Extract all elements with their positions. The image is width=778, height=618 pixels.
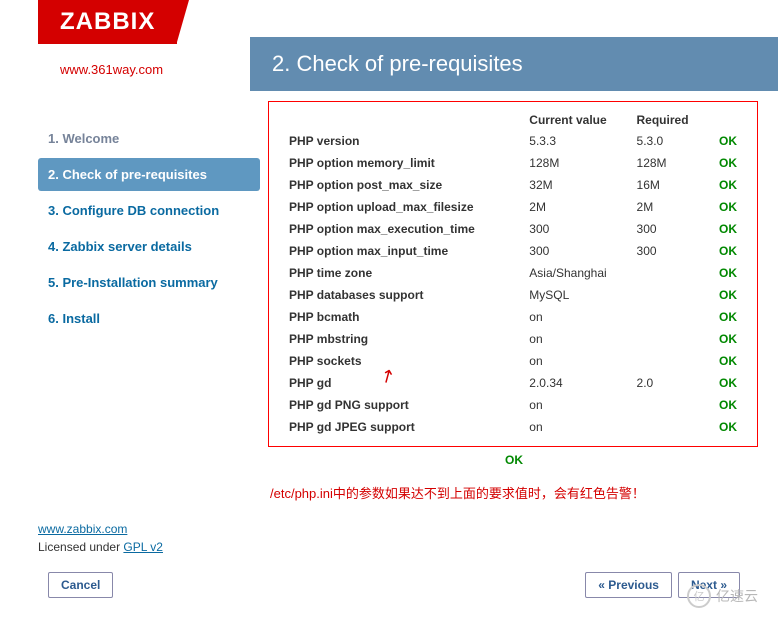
- col-current-value: Current value: [524, 110, 631, 130]
- table-row: PHP databases supportMySQL OK: [284, 284, 742, 306]
- req-required: [632, 328, 708, 350]
- yisu-text: 亿速云: [716, 586, 758, 606]
- table-row: PHP option upload_max_filesize2M2MOK: [284, 196, 742, 218]
- req-name: PHP time zone: [284, 262, 524, 284]
- step-summary-link[interactable]: 5. Pre-Installation summary: [48, 275, 218, 290]
- req-status: OK: [708, 196, 742, 218]
- req-name: PHP option max_input_time: [284, 240, 524, 262]
- step-install-link[interactable]: 6. Install: [48, 311, 100, 326]
- req-status: OK: [708, 328, 742, 350]
- req-required: [632, 284, 708, 306]
- req-required: [632, 262, 708, 284]
- license-link[interactable]: GPL v2: [123, 540, 163, 554]
- step-welcome[interactable]: 1. Welcome: [38, 122, 260, 155]
- table-row: PHP bcmathon OK: [284, 306, 742, 328]
- req-name: PHP gd JPEG support: [284, 416, 524, 438]
- requirements-box: Current value Required PHP version5.3.35…: [268, 101, 758, 447]
- req-required: 2.0: [632, 372, 708, 394]
- req-name: PHP option upload_max_filesize: [284, 196, 524, 218]
- table-row: PHP option max_input_time300300OK: [284, 240, 742, 262]
- col-required: Required: [632, 110, 708, 130]
- req-required: [632, 306, 708, 328]
- license-label: Licensed under: [38, 540, 123, 554]
- req-current: 2.0.34: [524, 372, 631, 394]
- requirements-table: Current value Required PHP version5.3.35…: [284, 110, 742, 438]
- req-current: MySQL: [524, 284, 631, 306]
- req-name: PHP gd: [284, 372, 524, 394]
- req-current: 300: [524, 218, 631, 240]
- req-current: 300: [524, 240, 631, 262]
- table-row: PHP option max_execution_time300300OK: [284, 218, 742, 240]
- req-required: [632, 394, 708, 416]
- step-db-connection[interactable]: 3. Configure DB connection: [38, 194, 260, 227]
- footer-links: www.zabbix.com Licensed under GPL v2: [38, 522, 768, 554]
- step-install[interactable]: 6. Install: [38, 302, 260, 335]
- table-row: PHP time zoneAsia/Shanghai OK: [284, 262, 742, 284]
- req-required: 300: [632, 240, 708, 262]
- table-row: PHP version5.3.35.3.0OK: [284, 130, 742, 152]
- req-status: OK: [708, 306, 742, 328]
- req-status: OK: [708, 152, 742, 174]
- table-row: PHP option memory_limit128M128MOK: [284, 152, 742, 174]
- req-required: 5.3.0: [632, 130, 708, 152]
- req-required: [632, 416, 708, 438]
- req-name: PHP option memory_limit: [284, 152, 524, 174]
- previous-button[interactable]: « Previous: [585, 572, 672, 598]
- req-required: 16M: [632, 174, 708, 196]
- table-row: PHP gd JPEG supporton OK: [284, 416, 742, 438]
- step-server-details[interactable]: 4. Zabbix server details: [38, 230, 260, 263]
- req-current: 5.3.3: [524, 130, 631, 152]
- req-name: PHP option post_max_size: [284, 174, 524, 196]
- req-name: PHP mbstring: [284, 328, 524, 350]
- req-name: PHP sockets: [284, 350, 524, 372]
- req-status: OK: [708, 416, 742, 438]
- req-status: OK: [708, 262, 742, 284]
- req-current: on: [524, 306, 631, 328]
- req-current: on: [524, 416, 631, 438]
- req-current: 32M: [524, 174, 631, 196]
- req-status: OK: [708, 130, 742, 152]
- step-summary[interactable]: 5. Pre-Installation summary: [38, 266, 260, 299]
- step-prerequisites[interactable]: 2. Check of pre-requisites: [38, 158, 260, 191]
- req-name: PHP version: [284, 130, 524, 152]
- cancel-button[interactable]: Cancel: [48, 572, 113, 598]
- req-current: 2M: [524, 196, 631, 218]
- req-required: [632, 350, 708, 372]
- req-current: Asia/Shanghai: [524, 262, 631, 284]
- wizard-sidebar: 1. Welcome 2. Check of pre-requisites 3.…: [10, 37, 260, 502]
- overall-status: OK: [260, 453, 768, 467]
- req-required: 128M: [632, 152, 708, 174]
- req-required: 300: [632, 218, 708, 240]
- req-name: PHP gd PNG support: [284, 394, 524, 416]
- yisu-icon: 亿: [687, 584, 711, 608]
- req-status: OK: [708, 174, 742, 196]
- req-current: on: [524, 394, 631, 416]
- req-required: 2M: [632, 196, 708, 218]
- req-current: on: [524, 328, 631, 350]
- step-db-link[interactable]: 3. Configure DB connection: [48, 203, 219, 218]
- req-status: OK: [708, 394, 742, 416]
- yisu-watermark: 亿 亿速云: [687, 584, 758, 608]
- req-current: 128M: [524, 152, 631, 174]
- table-row: PHP option post_max_size32M16MOK: [284, 174, 742, 196]
- step-server-link[interactable]: 4. Zabbix server details: [48, 239, 192, 254]
- watermark-text: www.361way.com: [60, 62, 768, 77]
- annotation-note: /etc/php.ini中的参数如果达不到上面的要求值时，会有红色告警！: [270, 483, 768, 502]
- req-status: OK: [708, 284, 742, 306]
- req-name: PHP bcmath: [284, 306, 524, 328]
- req-name: PHP option max_execution_time: [284, 218, 524, 240]
- req-status: OK: [708, 350, 742, 372]
- zabbix-logo: ZABBIX: [38, 0, 177, 44]
- req-status: OK: [708, 218, 742, 240]
- req-name: PHP databases support: [284, 284, 524, 306]
- table-row: PHP gd PNG supporton OK: [284, 394, 742, 416]
- table-row: PHP gd2.0.342.0OK: [284, 372, 742, 394]
- req-status: OK: [708, 240, 742, 262]
- req-status: OK: [708, 372, 742, 394]
- table-row: PHP mbstringon OK: [284, 328, 742, 350]
- table-row: PHP socketson OK: [284, 350, 742, 372]
- zabbix-site-link[interactable]: www.zabbix.com: [38, 522, 127, 536]
- req-current: on: [524, 350, 631, 372]
